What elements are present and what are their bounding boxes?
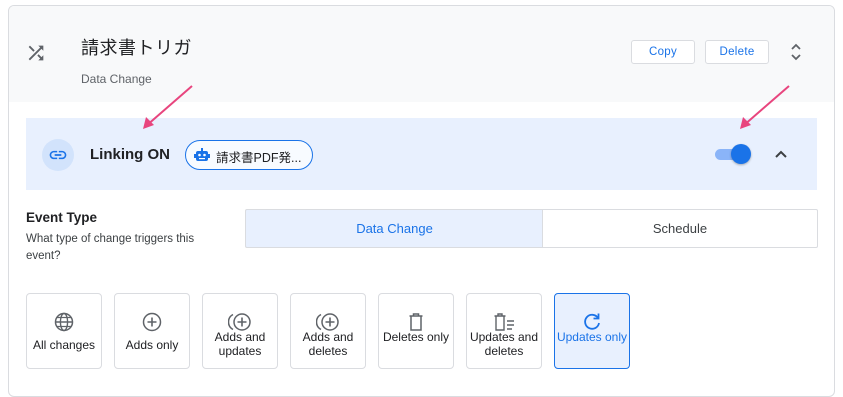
add-delete-icon [316,313,339,331]
linked-bot-chip[interactable]: 請求書PDF発... [185,140,313,170]
event-card: 請求書トリガ Data Change Copy Delete Linking O… [8,5,835,397]
bot-icon [194,148,210,161]
unfold-icon[interactable] [787,42,805,62]
change-type-label: All changes [32,338,96,352]
change-type-label: Adds and updates [214,330,266,358]
refresh-icon [584,313,600,330]
change-type-label: Updates and deletes [469,330,539,358]
annotation-arrow [740,85,790,129]
linking-label: Linking ON [90,146,170,163]
change-type-updates-only[interactable]: Updates only [554,293,630,369]
change-type-adds-only[interactable]: Adds only [114,293,190,369]
change-type-adds-and-deletes[interactable]: Adds and deletes [290,293,366,369]
change-type-label: Deletes only [382,330,450,344]
link-icon [49,150,67,160]
event-type-help: What type of change triggers this event? [26,233,195,262]
event-title: 請求書トリガ [81,38,192,58]
change-type-label: Adds only [125,338,179,352]
add-circle-icon [142,312,162,332]
event-header: 請求書トリガ Data Change Copy Delete [9,6,834,102]
link-icon-circle [42,139,74,171]
trash-icon [409,313,423,331]
change-type-all-changes[interactable]: All changes [26,293,102,369]
change-type-label: Adds and deletes [302,330,354,358]
change-type-deletes-only[interactable]: Deletes only [378,293,454,369]
tab-schedule[interactable]: Schedule [542,209,818,248]
change-type-label: Updates only [556,330,628,344]
add-update-icon [228,313,251,331]
event-type-label: Event Type [26,210,98,225]
globe-icon [54,312,74,332]
tab-data-change[interactable]: Data Change [245,209,543,248]
toggle-knob [731,144,751,164]
trash-list-icon [494,313,514,331]
linking-toggle[interactable] [715,144,751,164]
shuffle-icon [28,45,44,61]
annotation-arrow [143,85,193,129]
change-type-updates-and-deletes[interactable]: Updates and deletes [466,293,542,369]
change-type-adds-and-updates[interactable]: Adds and updates [202,293,278,369]
linked-bot-label: 請求書PDF発... [216,151,302,165]
copy-button[interactable]: Copy [631,40,695,64]
delete-button[interactable]: Delete [705,40,769,64]
chevron-up-icon[interactable] [772,146,790,162]
